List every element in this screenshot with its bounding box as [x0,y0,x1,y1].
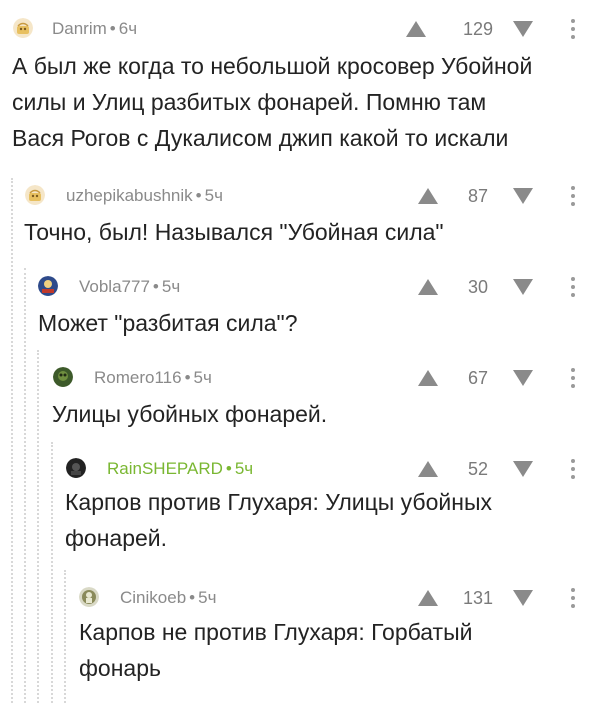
triangle-down-icon [513,590,533,606]
avatar[interactable] [38,276,58,296]
comment-age: 5ч [234,459,254,478]
triangle-up-icon [418,279,438,295]
rating: 129 [462,19,493,39]
comment-meta: Vobla777 • 5ч [79,277,180,297]
username[interactable]: RainSHEPARD [107,459,223,478]
comment-text: Может "разбитая сила"? [38,305,298,341]
user-avatar-icon [53,367,73,387]
triangle-up-icon [418,370,438,386]
rating: 131 [462,588,493,608]
comment-text-line: Вася Рогов с Дукалисом джип какой то иск… [12,125,509,151]
comment-meta: Cinikoeb • 5ч [120,588,216,608]
comment-text-line: силы и Улиц разбитых фонарей. Помню там [12,89,487,115]
separator: • [189,588,196,607]
comment-text-line: Карпов не против Глухаря: Горбатый [79,619,473,645]
comment-text-line: фонарей. [65,525,168,551]
upvote-button[interactable] [416,588,440,608]
separator: • [152,277,159,296]
triangle-up-icon [406,21,426,37]
vertical-dots-icon [571,459,575,479]
user-avatar-icon [38,276,58,296]
comment-age: 6ч [118,19,138,38]
rating: 30 [467,277,488,297]
downvote-button[interactable] [511,368,535,388]
downvote-button[interactable] [511,459,535,479]
comment-meta: uzhepikabushnik • 5ч [66,186,223,206]
upvote-button[interactable] [416,186,440,206]
comment-text: Точно, был! Назывался "Убойная сила" [24,214,444,250]
upvote-button[interactable] [416,368,440,388]
downvote-button[interactable] [511,186,535,206]
default-avatar-icon [25,185,45,205]
more-button[interactable] [568,185,578,207]
avatar[interactable] [79,587,99,607]
more-button[interactable] [568,458,578,480]
user-avatar-icon [66,458,86,478]
comment-text-line: фонарь [79,655,161,681]
upvote-button[interactable] [416,277,440,297]
comment-text-line: Может "разбитая сила"? [38,310,298,336]
thread-line-level-3 [37,350,39,703]
vertical-dots-icon [571,588,575,608]
username[interactable]: Vobla777 [79,277,150,296]
comment-text: Карпов против Глухаря: Улицы убойных фон… [65,484,492,556]
comment-text-line: Точно, был! Назывался "Убойная сила" [24,219,444,245]
comment-text-line: Улицы убойных фонарей. [52,401,328,427]
username[interactable]: uzhepikabushnik [66,186,193,205]
thread-line-level-1 [11,178,13,703]
comment-text: Карпов не против Глухаря: Горбатый фонар… [79,614,472,686]
comment-meta: RainSHEPARD • 5ч [107,459,253,479]
vertical-dots-icon [571,277,575,297]
triangle-down-icon [513,370,533,386]
username[interactable]: Romero116 [94,368,182,387]
triangle-down-icon [513,279,533,295]
vertical-dots-icon [571,19,575,39]
avatar[interactable] [13,18,33,38]
vertical-dots-icon [571,368,575,388]
triangle-down-icon [513,21,533,37]
comment-age: 5ч [161,277,181,296]
upvote-button[interactable] [404,19,428,39]
triangle-up-icon [418,590,438,606]
default-avatar-icon [13,18,33,38]
comment-meta: Danrim • 6ч [52,19,137,39]
user-avatar-icon [79,587,99,607]
triangle-down-icon [513,188,533,204]
comment-text-line: Карпов против Глухаря: Улицы убойных [65,489,492,515]
rating: 67 [467,368,488,388]
vertical-dots-icon [571,186,575,206]
triangle-up-icon [418,188,438,204]
rating: 52 [467,459,488,479]
upvote-button[interactable] [416,459,440,479]
separator: • [109,19,116,38]
more-button[interactable] [568,276,578,298]
separator: • [195,186,202,205]
comment-text-line: А был же когда то небольшой кросовер Убо… [12,53,533,79]
username[interactable]: Cinikoeb [120,588,186,607]
more-button[interactable] [568,18,578,40]
rating: 87 [467,186,488,206]
avatar[interactable] [66,458,86,478]
comment-meta: Romero116 • 5ч [94,368,212,388]
avatar[interactable] [53,367,73,387]
comment-age: 5ч [204,186,223,205]
triangle-up-icon [418,461,438,477]
thread-line-level-4 [51,442,53,703]
separator: • [184,368,191,387]
avatar[interactable] [25,185,45,205]
comment-text: Улицы убойных фонарей. [52,396,327,432]
thread-line-level-2 [24,268,26,703]
username[interactable]: Danrim [52,19,107,38]
separator: • [225,459,232,478]
downvote-button[interactable] [511,277,535,297]
comment-age: 5ч [198,588,217,607]
comment-age: 5ч [193,368,212,387]
downvote-button[interactable] [511,588,535,608]
more-button[interactable] [568,587,578,609]
comment-text: А был же когда то небольшой кросовер Убо… [12,48,532,156]
more-button[interactable] [568,367,578,389]
triangle-down-icon [513,461,533,477]
thread-line-level-5 [64,570,66,703]
downvote-button[interactable] [511,19,535,39]
